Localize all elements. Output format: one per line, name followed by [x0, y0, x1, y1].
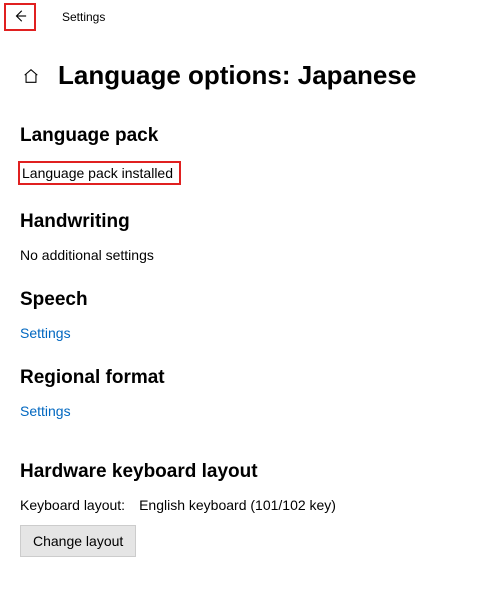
- content-area: Language pack Language pack installed Ha…: [0, 125, 500, 557]
- handwriting-status: No additional settings: [20, 247, 480, 263]
- app-title: Settings: [62, 10, 105, 24]
- topbar: Settings: [0, 0, 500, 34]
- section-heading: Regional format: [20, 367, 480, 389]
- language-pack-status: Language pack installed: [18, 161, 181, 185]
- section-heading: Handwriting: [20, 211, 480, 233]
- regional-format-settings-link[interactable]: Settings: [20, 403, 71, 419]
- arrow-left-icon: [13, 9, 27, 26]
- section-hardware-keyboard: Hardware keyboard layout Keyboard layout…: [20, 461, 480, 557]
- section-body: Language pack installed: [20, 161, 480, 185]
- section-language-pack: Language pack Language pack installed: [20, 125, 480, 185]
- speech-settings-link[interactable]: Settings: [20, 325, 71, 341]
- page-header: Language options: Japanese: [0, 34, 500, 99]
- change-layout-button[interactable]: Change layout: [20, 525, 136, 557]
- keyboard-layout-label: Keyboard layout:: [20, 497, 125, 513]
- section-heading: Speech: [20, 289, 480, 311]
- section-heading: Language pack: [20, 125, 480, 147]
- keyboard-layout-row: Keyboard layout: English keyboard (101/1…: [20, 497, 480, 513]
- section-heading: Hardware keyboard layout: [20, 461, 480, 483]
- section-handwriting: Handwriting No additional settings: [20, 211, 480, 263]
- keyboard-layout-value: English keyboard (101/102 key): [139, 497, 336, 513]
- home-icon[interactable]: [20, 65, 42, 87]
- back-button[interactable]: [4, 3, 36, 31]
- page-title: Language options: Japanese: [58, 60, 416, 91]
- section-regional-format: Regional format Settings: [20, 367, 480, 419]
- section-speech: Speech Settings: [20, 289, 480, 341]
